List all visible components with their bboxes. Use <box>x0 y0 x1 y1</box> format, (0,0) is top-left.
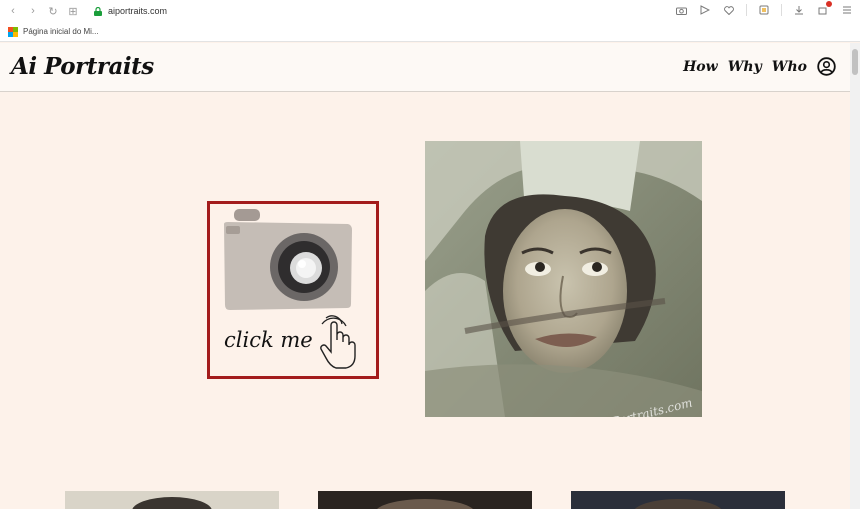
toolbar-divider <box>746 4 747 16</box>
site-header: Ai Portraits How Why Who <box>0 43 850 92</box>
gallery-thumbnail[interactable] <box>318 491 532 509</box>
back-icon[interactable]: ‹ <box>6 4 20 18</box>
bookmark-item[interactable]: Página inicial do Mi... <box>8 26 99 37</box>
camera-icon[interactable] <box>674 3 688 17</box>
toolbar-actions <box>674 1 854 17</box>
download-icon[interactable] <box>792 3 806 17</box>
portrait-painting <box>425 141 702 417</box>
scroll-thumb[interactable] <box>852 49 858 75</box>
gallery-thumbnail[interactable] <box>65 491 279 509</box>
site-logo[interactable]: Ai Portraits <box>11 53 154 80</box>
send-icon[interactable] <box>698 3 712 17</box>
url-text: aiportraits.com <box>108 6 168 16</box>
toolbar-divider <box>781 4 782 16</box>
microsoft-logo-icon <box>8 26 18 37</box>
pointing-hand-icon <box>320 315 356 369</box>
click-me-label: click me <box>224 328 313 352</box>
bookmark-label: Página inicial do Mi... <box>23 27 99 36</box>
menu-icon[interactable] <box>840 3 854 17</box>
wallet-icon[interactable] <box>757 3 771 17</box>
site-nav: How Why Who <box>683 57 836 76</box>
page-scrollbar[interactable] <box>850 43 860 509</box>
lock-icon <box>94 6 102 16</box>
click-me-camera-button[interactable]: click me <box>207 201 379 379</box>
gallery-thumbnail[interactable] <box>571 491 785 509</box>
forward-icon[interactable]: › <box>26 4 40 18</box>
ai-portrait-image: AiPortraits.com <box>425 141 702 417</box>
nav-link-how[interactable]: How <box>683 59 718 75</box>
heart-icon[interactable] <box>722 3 736 17</box>
extensions-icon[interactable] <box>816 1 832 17</box>
nav-link-why[interactable]: Why <box>728 59 762 75</box>
reload-icon[interactable]: ↻ <box>46 4 60 18</box>
tabs-grid-icon[interactable]: ⊞ <box>66 4 80 18</box>
notification-badge <box>826 1 832 7</box>
address-bar[interactable]: aiportraits.com <box>94 6 167 16</box>
nav-link-who[interactable]: Who <box>772 59 807 75</box>
bookmarks-bar: Página inicial do Mi... <box>0 22 860 42</box>
browser-toolbar: ‹ › ↻ ⊞ aiportraits.com <box>0 0 860 22</box>
user-account-icon[interactable] <box>817 57 836 76</box>
camera-illustration-icon <box>224 209 352 310</box>
